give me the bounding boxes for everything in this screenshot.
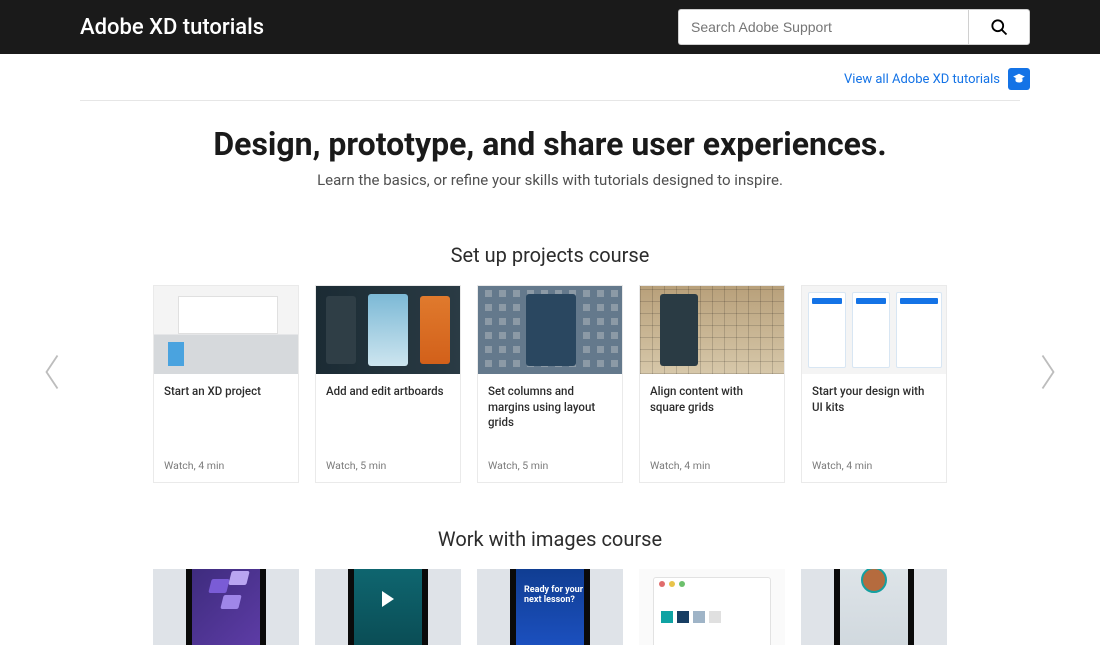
card-thumbnail: Ready for your next lesson? (477, 569, 623, 645)
card-thumbnail (316, 286, 460, 374)
card-title: Align content with square grids (650, 384, 774, 415)
avatar-icon (861, 569, 887, 593)
viewall-row: View all Adobe XD tutorials (0, 54, 1100, 100)
hero: Design, prototype, and share user experi… (0, 101, 1100, 199)
view-all-link[interactable]: View all Adobe XD tutorials (844, 72, 1000, 87)
card-title: Set columns and margins using layout gri… (488, 384, 612, 431)
tutorial-card[interactable]: Align content with square grids Watch, 4… (639, 285, 785, 483)
thumbnail-text: Ready for your next lesson? (524, 585, 590, 606)
course-title: Set up projects course (0, 243, 1100, 267)
card-thumbnail (315, 569, 461, 645)
tutorial-card[interactable]: Ready for your next lesson? (477, 569, 623, 645)
card-thumbnail (153, 569, 299, 645)
card-thumbnail (640, 286, 784, 374)
hero-heading: Design, prototype, and share user experi… (0, 125, 1100, 163)
tutorial-card[interactable] (639, 569, 785, 645)
course-setup-projects: Set up projects course Start an XD proje… (0, 243, 1100, 483)
tutorial-card[interactable] (801, 569, 947, 645)
tutorial-card[interactable] (315, 569, 461, 645)
card-thumbnail (802, 286, 946, 374)
search (678, 9, 1030, 45)
search-input[interactable] (678, 9, 968, 45)
card-list: Start an XD project Watch, 4 min Add and… (60, 285, 1040, 483)
card-meta: Watch, 4 min (802, 459, 946, 482)
carousel-prev-button[interactable] (34, 347, 70, 397)
top-bar: Adobe XD tutorials (0, 0, 1100, 54)
card-thumbnail (801, 569, 947, 645)
card-title: Add and edit artboards (326, 384, 450, 400)
card-title: Start your design with UI kits (812, 384, 936, 415)
card-meta: Watch, 4 min (154, 459, 298, 482)
chevron-right-icon (1037, 352, 1059, 392)
course-work-with-images: Work with images course Ready for your n… (0, 527, 1100, 645)
play-icon (382, 591, 394, 607)
card-thumbnail (478, 286, 622, 374)
hero-subheading: Learn the basics, or refine your skills … (0, 171, 1100, 189)
card-thumbnail (639, 569, 785, 645)
tutorial-card[interactable]: Add and edit artboards Watch, 5 min (315, 285, 461, 483)
card-thumbnail (154, 286, 298, 374)
carousel: Start an XD project Watch, 4 min Add and… (0, 285, 1100, 483)
page-title: Adobe XD tutorials (80, 15, 264, 40)
tutorial-card[interactable]: Set columns and margins using layout gri… (477, 285, 623, 483)
tutorial-card[interactable]: Start an XD project Watch, 4 min (153, 285, 299, 483)
chevron-left-icon (41, 352, 63, 392)
search-icon (989, 17, 1009, 37)
graduation-icon[interactable] (1008, 68, 1030, 90)
card-meta: Watch, 5 min (316, 459, 460, 482)
search-button[interactable] (968, 9, 1030, 45)
card-title: Start an XD project (164, 384, 288, 400)
tutorial-card[interactable] (153, 569, 299, 645)
carousel-next-button[interactable] (1030, 347, 1066, 397)
card-meta: Watch, 4 min (640, 459, 784, 482)
carousel: Ready for your next lesson? (0, 569, 1100, 645)
card-list: Ready for your next lesson? (60, 569, 1040, 645)
course-title: Work with images course (0, 527, 1100, 551)
card-meta: Watch, 5 min (478, 459, 622, 482)
tutorial-card[interactable]: Start your design with UI kits Watch, 4 … (801, 285, 947, 483)
